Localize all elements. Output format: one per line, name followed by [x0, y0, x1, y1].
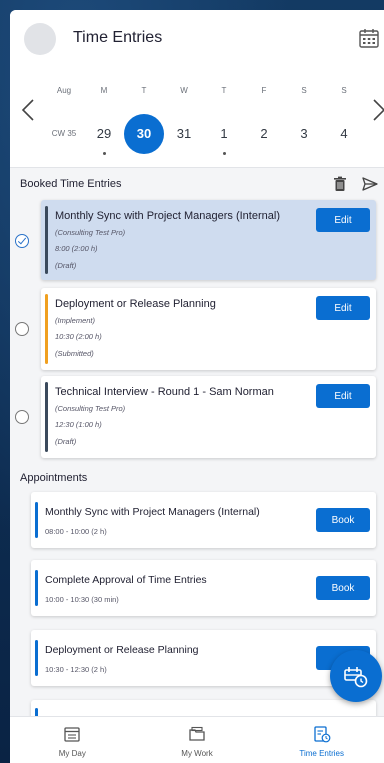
entry-status: (Draft) [55, 437, 77, 446]
appointment-title: Deployment or Release Planning [45, 644, 199, 656]
entry-project: (Implement) [55, 316, 96, 325]
entry-title: Technical Interview - Round 1 - Sam Norm… [55, 386, 274, 398]
avatar[interactable] [24, 23, 56, 55]
entry-project: (Consulting Test Pro) [55, 228, 126, 237]
date-cell-30-selected[interactable]: 30 [124, 114, 164, 154]
day-letter: T [141, 86, 147, 95]
month-label: Aug [56, 86, 72, 95]
appointment-time: 10:30 - 12:30 (2 h) [45, 665, 107, 674]
event-dot [102, 152, 106, 155]
date-cell-4[interactable]: 4 [324, 114, 364, 154]
time-entry-icon [314, 726, 331, 743]
nav-my-day[interactable]: My Day [10, 717, 135, 763]
date-cell-3[interactable]: 3 [284, 114, 324, 154]
chevron-left-icon[interactable] [21, 98, 35, 122]
status-bar [45, 294, 48, 364]
book-button[interactable]: Book [316, 576, 370, 600]
week-dates: CW 35 29 30 31 1 2 3 4 [44, 114, 364, 155]
chevron-right-icon[interactable] [372, 98, 384, 122]
app-header: Time Entries [10, 10, 384, 70]
calendar-week-label: CW 35 [51, 129, 77, 138]
edit-button[interactable]: Edit [316, 384, 370, 408]
appointment-item[interactable]: Deployment or Release Planning 10:30 - 1… [31, 630, 376, 686]
date-cell-2[interactable]: 2 [244, 114, 284, 154]
book-button[interactable]: Book [316, 508, 370, 532]
nav-label: My Day [58, 749, 86, 758]
appointments-section-title: Appointments [20, 472, 88, 484]
appointment-time: 10:00 - 10:30 (30 min) [45, 595, 119, 604]
entry-select-radio[interactable] [15, 322, 29, 336]
entry-status: (Draft) [55, 261, 77, 270]
appointment-item[interactable]: Complete Approval of Time Entries 10:00 … [31, 560, 376, 616]
date-cell-29[interactable]: 29 [84, 114, 124, 155]
entry-project: (Consulting Test Pro) [55, 404, 126, 413]
entry-select-radio[interactable] [15, 410, 29, 424]
folder-icon [189, 726, 205, 741]
appointment-item[interactable]: Monthly Sync with Project Managers (Inte… [31, 492, 376, 548]
booked-entry[interactable]: Deployment or Release Planning (Implemen… [41, 288, 376, 370]
day-letter: W [180, 86, 188, 95]
appointment-bar [35, 640, 38, 676]
booked-entry[interactable]: Technical Interview - Round 1 - Sam Norm… [41, 376, 376, 458]
calendar-icon[interactable] [358, 27, 380, 49]
entry-time: 10:30 (2:00 h) [55, 332, 102, 341]
day-letter: F [261, 86, 267, 95]
appointment-title: Complete Approval of Time Entries [45, 574, 207, 586]
entry-time: 8:00 (2:00 h) [55, 244, 98, 253]
appointment-bar [35, 502, 38, 538]
appointment-bar [35, 570, 38, 606]
nav-label: My Work [181, 749, 213, 758]
booked-section-title: Booked Time Entries [20, 178, 122, 190]
entry-title: Monthly Sync with Project Managers (Inte… [55, 210, 280, 222]
entry-time: 12:30 (1:00 h) [55, 420, 102, 429]
status-bar [45, 382, 48, 452]
day-letter: M [100, 86, 108, 95]
nav-label: Time Entries [299, 749, 344, 758]
nav-my-work[interactable]: My Work [135, 717, 260, 763]
day-letter: S [341, 86, 347, 95]
edit-button[interactable]: Edit [316, 296, 370, 320]
booked-entry[interactable]: Monthly Sync with Project Managers (Inte… [41, 200, 376, 280]
entry-title: Deployment or Release Planning [55, 298, 216, 310]
page-title: Time Entries [73, 29, 163, 46]
date-cell-31[interactable]: 31 [164, 114, 204, 154]
calendar-day-icon [64, 727, 80, 742]
entry-status: (Submitted) [55, 349, 94, 358]
nav-time-entries[interactable]: Time Entries [259, 717, 384, 763]
day-letter: S [301, 86, 307, 95]
status-bar [45, 206, 48, 274]
appointment-time: 08:00 - 10:00 (2 h) [45, 527, 107, 536]
send-icon[interactable] [362, 176, 378, 192]
trash-icon[interactable] [332, 176, 348, 192]
day-letter: T [221, 86, 227, 95]
time-entry-icon [344, 667, 368, 688]
app-window: Time Entries Aug M T W T F S S CW 35 29 … [10, 10, 384, 763]
edit-button[interactable]: Edit [316, 208, 370, 232]
bottom-navigation: My Day My Work Time Entries [10, 716, 384, 763]
appointment-title: Monthly Sync with Project Managers (Inte… [45, 506, 260, 518]
entry-select-radio[interactable] [15, 234, 29, 248]
add-time-entry-fab[interactable] [330, 650, 382, 702]
date-cell-1[interactable]: 1 [204, 114, 244, 155]
booked-actions [332, 176, 378, 192]
event-dot [222, 152, 226, 155]
week-day-header: Aug M T W T F S S [44, 86, 364, 95]
week-strip: Aug M T W T F S S CW 35 29 30 31 1 2 3 4 [10, 70, 384, 168]
